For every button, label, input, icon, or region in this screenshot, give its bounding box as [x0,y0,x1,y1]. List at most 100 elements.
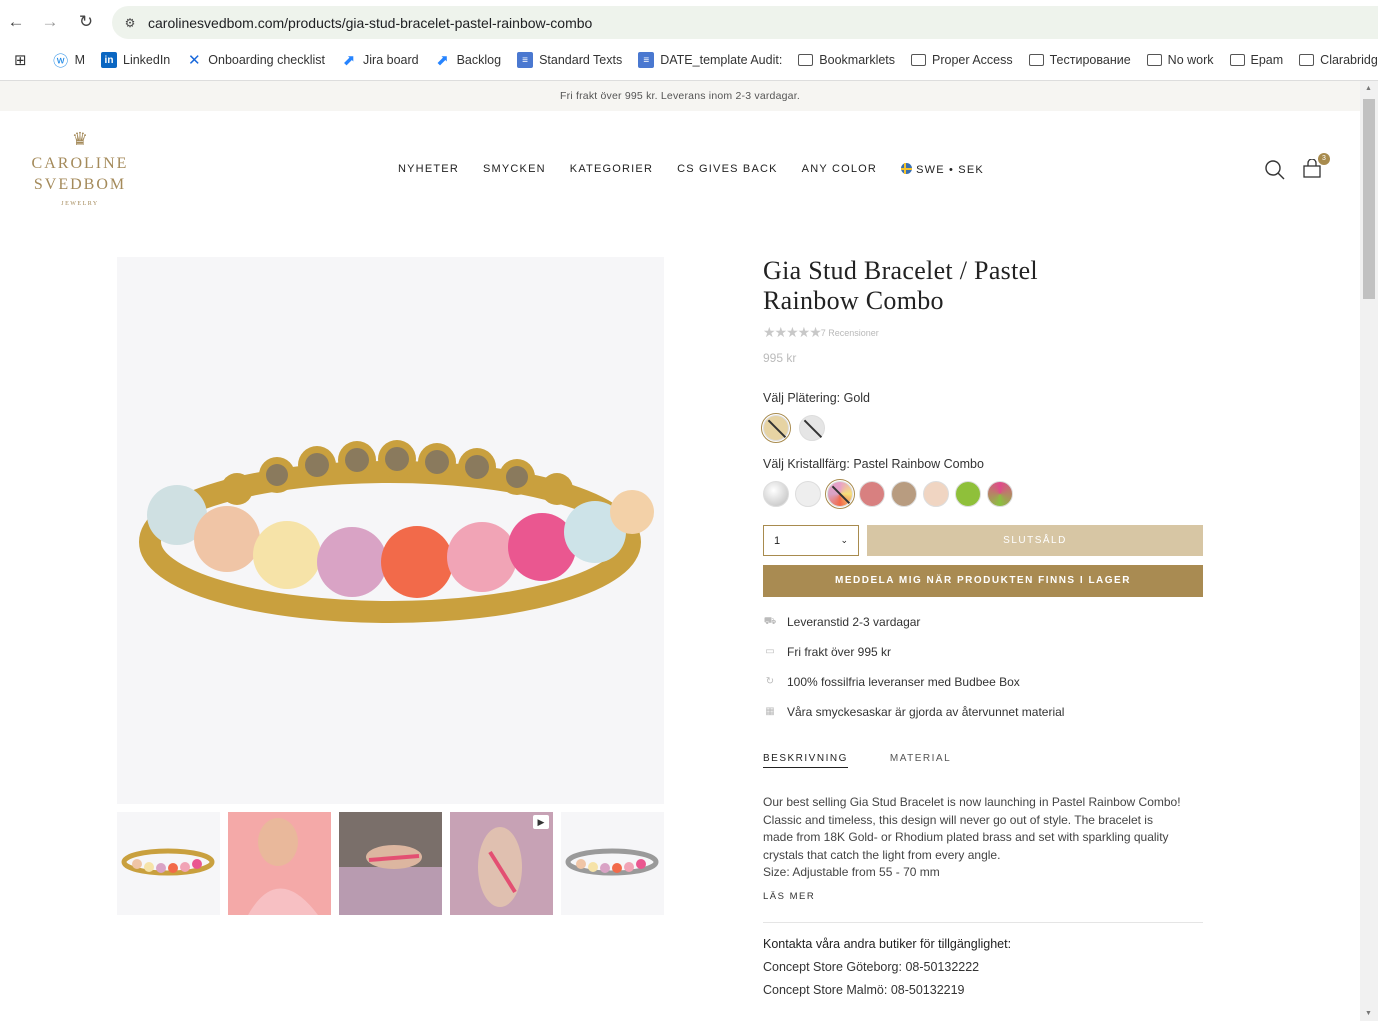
swatch-gold[interactable] [761,413,791,443]
address-bar[interactable]: ⚙ carolinesvedbom.com/products/gia-stud-… [112,6,1378,39]
bookmarks-bar: ⊞ ⓦ M in LinkedIn ✕ Onboarding checklist ⬈ J… [0,44,1378,76]
folder-icon [1299,54,1315,66]
site-settings-icon[interactable]: ⚙ [112,16,148,30]
search-icon[interactable] [1264,159,1286,181]
folder-icon [1146,54,1162,66]
swatch-multi[interactable] [987,481,1013,507]
nav-kategorier[interactable]: KATEGORIER [570,163,653,176]
crystal-value: Pastel Rainbow Combo [853,457,984,471]
folder-icon [911,54,927,66]
apps-icon[interactable]: ⊞ [8,46,33,74]
wordpress-icon: ⓦ [53,52,69,70]
thumb-model-image [228,812,331,915]
truck-icon: ⛟ [763,616,777,627]
swatch-rose[interactable] [859,481,885,507]
bookmark-label: No work [1167,53,1214,67]
product-info: Gia Stud Bracelet / Pastel Rainbow Combo… [761,256,1203,997]
product-price: 995 kr [763,351,797,365]
bookmark-jira-board[interactable]: ⬈ Jira board [333,46,427,74]
scroll-up-icon[interactable]: ▲ [1365,85,1372,92]
swatch-champagne[interactable] [891,481,917,507]
scrollbar-thumb[interactable] [1363,99,1375,299]
section-divider [763,921,1203,923]
scroll-down-icon[interactable]: ▼ [1365,1010,1372,1017]
bookmark-folder-proper-access[interactable]: Proper Access [903,46,1021,74]
description-line: Classic and timeless, this design will n… [763,812,1153,827]
bookmark-folder-testing[interactable]: Тестирование [1021,46,1139,74]
notify-me-button[interactable]: MEDDELA MIG NÄR PRODUKTEN FINNS I LAGER [763,565,1203,597]
bookmark-date-template[interactable]: ≡ DATE_template Audit: [630,46,790,74]
swatch-crystal[interactable] [795,481,821,507]
logo-line1: CAROLINE [31,155,129,172]
rating-stars: ★★★★★ [763,324,822,340]
nav-cs-gives-back[interactable]: CS GIVES BACK [677,163,778,176]
bookmark-label: Onboarding checklist [208,53,325,67]
bookmark-folder-no-work[interactable]: No work [1139,46,1222,74]
thumbnail-gold-bracelet[interactable] [117,812,220,915]
bookmark-label: Proper Access [932,53,1013,67]
contact-line-malmo: Concept Store Malmö: 08-50132219 [763,982,965,997]
box-icon: ▭ [765,646,775,657]
tab-beskrivning[interactable]: BESKRIVNING [763,753,848,768]
quantity-select[interactable]: 1 ⌄ [763,525,859,556]
usp-item: ↻ 100% fossilfria leveranser med Budbee B… [763,667,1203,697]
bookmark-m[interactable]: ⓦ M [45,46,93,74]
nav-smycken[interactable]: SMYCKEN [483,163,546,176]
description-line: Our best selling Gia Stud Bracelet is no… [763,795,1181,809]
reload-icon[interactable]: ↻ [74,10,98,34]
crest-icon: ♛ [71,129,89,149]
read-more-link[interactable]: LÄS MER [763,891,1203,902]
locale-selector[interactable]: SWE • SEK [901,163,984,176]
main-product-image[interactable] [117,257,664,804]
play-icon[interactable]: ▶ [533,815,549,829]
linkedin-icon: in [101,52,117,68]
announcement-bar: Fri frakt över 995 kr. Leverans inom 2-3… [0,81,1360,111]
cart-icon[interactable]: 3 [1302,153,1330,181]
nav-nyheter[interactable]: NYHETER [398,163,459,176]
main-navigation: NYHETER SMYCKEN KATEGORIER CS GIVES BACK… [398,163,1008,176]
folder-icon [798,54,814,66]
back-arrow-icon[interactable]: ← [4,10,28,34]
rating-row[interactable]: ★★★★★ 7 Recensioner [763,324,1203,341]
thumb-wrist-image [339,812,442,915]
usp-text: Våra smyckesaskar är gjorda av återvunne… [787,705,1065,719]
url-text: carolinesvedbom.com/products/gia-stud-br… [148,14,593,31]
chevron-down-icon: ⌄ [840,535,848,545]
bookmark-standard-texts[interactable]: ≡ Standard Texts [509,46,630,74]
web-page: Fri frakt över 995 kr. Leverans inom 2-3… [0,81,1360,1021]
plating-value: Gold [843,391,871,405]
thumbnail-wrist-tweed[interactable] [339,812,442,915]
bookmark-backlog[interactable]: ⬈ Backlog [427,46,509,74]
thumbnail-video[interactable]: ▶ [450,812,553,915]
forward-arrow-icon[interactable]: → [38,10,62,34]
bracelet-illustration [139,440,654,623]
product-title: Gia Stud Bracelet / Pastel Rainbow Combo [763,256,1038,315]
swatch-pearl[interactable] [763,481,789,507]
thumb-silver-image [565,848,659,876]
plating-label: Välj Plätering: [763,391,841,405]
thumbnail-strip: ▶ [117,812,664,915]
bookmark-onboarding[interactable]: ✕ Onboarding checklist [178,46,333,74]
reviews-count: 7 Recensioner [820,327,879,338]
brand-logo[interactable]: ♛ CAROLINE SVEDBOM JEWELRY [30,129,130,207]
description-line: Size: Adjustable from 55 - 70 mm [763,865,940,879]
thumbnail-silver-bracelet[interactable] [561,812,664,915]
thumbnail-model-pink[interactable] [228,812,331,915]
swatch-pastel-rainbow[interactable] [825,479,855,509]
bookmark-linkedin[interactable]: in LinkedIn [93,46,178,74]
jira-icon: ⬈ [342,52,356,69]
site-header: ♛ CAROLINE SVEDBOM JEWELRY NYHETER SMYCK… [0,111,1360,229]
bookmark-label: Clarabridge [1320,53,1378,67]
bookmark-folder-bookmarklets[interactable]: Bookmarklets [790,46,903,74]
nav-any-color[interactable]: ANY COLOR [802,163,877,176]
swatch-green[interactable] [955,481,981,507]
bookmark-folder-clarabridge[interactable]: Clarabridge [1291,46,1378,74]
bookmark-label: Epam [1250,53,1284,67]
swatch-peach[interactable] [923,481,949,507]
page-scrollbar[interactable]: ▲ ▼ [1360,81,1378,1021]
usp-text: Leveranstid 2-3 vardagar [787,615,921,629]
tab-material[interactable]: MATERIAL [890,753,951,768]
swatch-rhodium[interactable] [799,415,825,441]
bookmark-folder-epam[interactable]: Epam [1222,46,1292,74]
sold-out-button[interactable]: SLUTSÅLD [867,525,1203,556]
